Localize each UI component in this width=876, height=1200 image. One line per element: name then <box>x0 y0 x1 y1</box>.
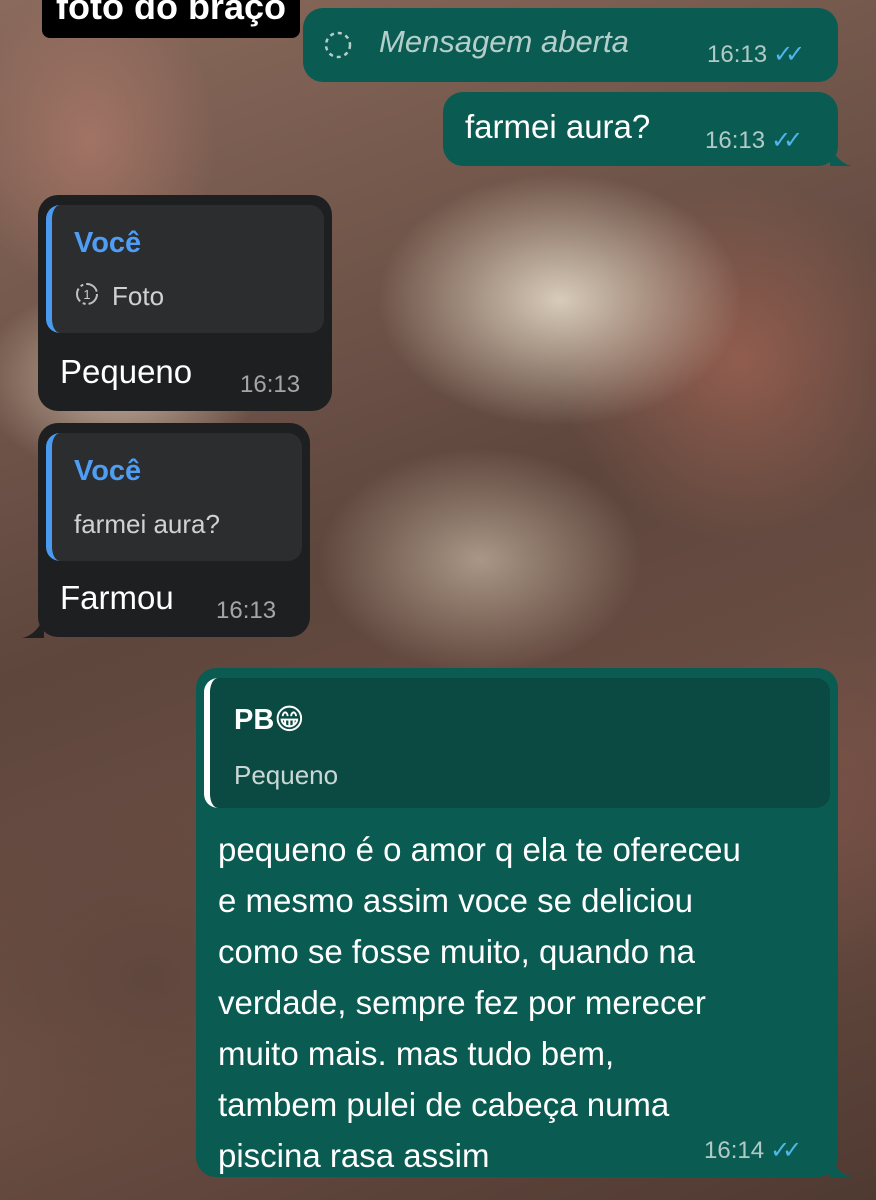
read-ticks-icon: ✓✓ <box>770 1137 802 1164</box>
read-ticks-icon: ✓✓ <box>771 127 803 154</box>
message-line: verdade, sempre fez por merecer <box>218 984 706 1021</box>
reply-quote[interactable]: Você farmei aura? <box>46 433 302 561</box>
incoming-message-reply[interactable]: Você 1 Foto Pequeno 16:13 <box>38 195 332 411</box>
incoming-message-reply[interactable]: Você farmei aura? Farmou 16:13 <box>38 423 310 637</box>
quote-text: farmei aura? <box>74 509 220 539</box>
message-text: Pequeno <box>60 353 193 390</box>
reply-quote[interactable]: PB😁 Pequeno <box>204 678 830 808</box>
message-time: 16:13 <box>216 597 277 624</box>
message-text: Farmou <box>60 579 174 616</box>
message-time: 16:13 <box>240 371 301 398</box>
quote-author: Você <box>74 227 142 259</box>
message-line: como se fosse muito, quando na <box>218 933 695 970</box>
bubble-tail <box>830 1155 852 1177</box>
quote-author: PB😁 <box>234 704 305 736</box>
quote-text: Foto <box>112 281 165 311</box>
quote-text: Pequeno <box>234 760 339 790</box>
message-time: 16:13 ✓✓ <box>707 41 805 68</box>
view-once-opened-icon <box>323 30 353 60</box>
quote-author: Você <box>74 455 142 487</box>
message-time: 16:14 ✓✓ <box>704 1137 802 1164</box>
read-ticks-icon: ✓✓ <box>773 41 805 68</box>
outgoing-message-reply[interactable]: PB😁 Pequeno pequeno é o amor q ela te of… <box>196 668 838 1177</box>
message-text: farmei aura? <box>465 108 651 145</box>
message-time: 16:13 ✓✓ <box>705 127 803 154</box>
outgoing-message[interactable]: farmei aura? 16:13 ✓✓ <box>443 92 838 166</box>
bubble-tail <box>830 144 852 166</box>
reply-quote[interactable]: Você 1 Foto <box>46 205 324 333</box>
message-line: e mesmo assim voce se deliciou <box>218 882 694 919</box>
message-line: muito mais. mas tudo bem, <box>218 1035 615 1072</box>
message-line: pequeno é o amor q ela te ofereceu <box>218 831 741 868</box>
message-line: tambem pulei de cabeça numa <box>218 1086 670 1123</box>
story-caption: foto do braço <box>42 0 300 38</box>
message-text: Mensagem aberta <box>379 24 629 59</box>
view-once-icon: 1 <box>74 281 100 307</box>
bubble-tail <box>22 616 44 638</box>
message-body: pequeno é o amor q ela te ofereceu e mes… <box>218 824 828 1181</box>
outgoing-message-view-once[interactable]: Mensagem aberta 16:13 ✓✓ <box>303 8 838 82</box>
svg-text:1: 1 <box>83 287 90 302</box>
